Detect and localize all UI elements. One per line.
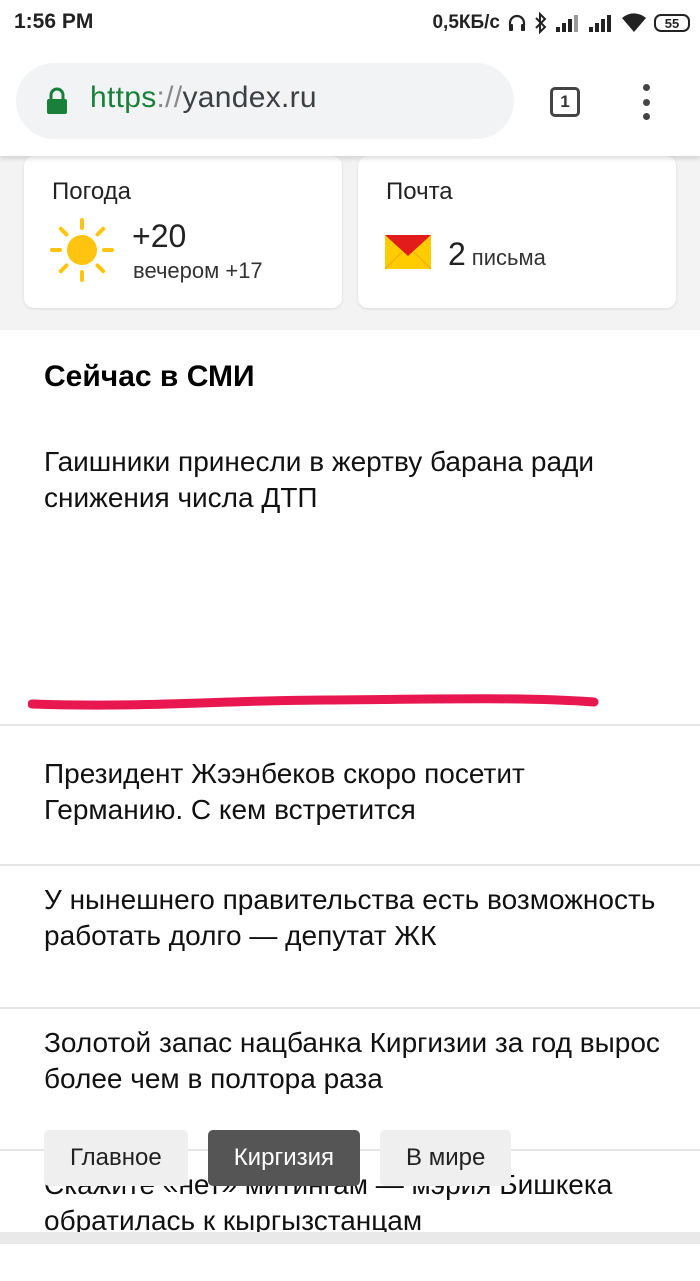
browser-toolbar: https://yandex.ru 1 <box>0 46 700 156</box>
mail-widget[interactable]: Почта 2 письма <box>358 156 676 308</box>
wifi-icon <box>621 13 647 33</box>
sun-icon <box>50 218 114 287</box>
weather-title: Погода <box>52 178 131 205</box>
news-category-chips: Главное Киргизия В мире <box>44 1130 512 1186</box>
status-bar: 1:56 PM 0,5КБ/с 55 <box>0 0 700 46</box>
url-separator: :// <box>156 81 183 114</box>
chip-main[interactable]: Главное <box>44 1130 188 1186</box>
status-icons: 0,5КБ/с 55 <box>432 9 690 37</box>
signal-icon <box>555 14 581 32</box>
weather-widget[interactable]: Погода +20 вечером +17 <box>24 156 342 308</box>
bluetooth-icon <box>534 12 548 34</box>
page-content: Погода +20 вечером +17 Почта 2письма Сей… <box>0 156 700 1244</box>
mail-count: 2 письма <box>448 236 546 273</box>
news-item-text: Гаишники принесли в жертву барана ради с… <box>44 446 595 513</box>
tab-count: 1 <box>560 92 570 111</box>
mail-count-number: 2 <box>448 236 466 272</box>
lock-icon <box>46 87 68 120</box>
mail-title: Почта <box>386 178 453 205</box>
tab-switcher-button[interactable]: 1 <box>550 87 580 117</box>
network-speed: 0,5КБ/с <box>432 12 500 33</box>
address-bar[interactable]: https://yandex.ru <box>16 63 514 139</box>
headphones-icon <box>507 13 527 33</box>
envelope-icon <box>384 234 432 275</box>
overflow-menu-icon[interactable] <box>636 84 656 120</box>
chip-world[interactable]: В мире <box>380 1130 512 1186</box>
news-section: Сейчас в СМИ Гаишники принесли в жертву … <box>0 330 700 1244</box>
weather-temperature: +20 <box>132 218 187 254</box>
url-host: yandex.ru <box>182 81 317 114</box>
news-heading[interactable]: Сейчас в СМИ <box>44 360 255 394</box>
battery-icon: 55 <box>654 14 690 32</box>
weather-evening: вечером +17 <box>133 258 263 283</box>
url-text: https://yandex.ru <box>90 81 317 115</box>
news-item[interactable]: Гаишники принесли в жертву барана ради с… <box>0 430 700 550</box>
news-item-text: Золотой запас нацбанка Киргизии за год в… <box>44 1027 660 1094</box>
hand-drawn-underline <box>28 694 599 710</box>
news-item-text: Президент Жээнбеков скоро посетит Герман… <box>44 758 525 825</box>
status-time: 1:56 PM <box>14 10 94 33</box>
battery-level: 55 <box>664 15 680 31</box>
news-item[interactable]: Президент Жээнбеков скоро посетит Герман… <box>0 726 700 866</box>
page-bottom-edge <box>0 1232 700 1244</box>
mail-count-unit: письма <box>471 245 546 270</box>
chip-kyrgyzstan[interactable]: Киргизия <box>207 1130 361 1186</box>
signal-icon <box>588 14 614 32</box>
news-item-text: У нынешнего правительства есть возможнос… <box>44 884 656 951</box>
news-item[interactable]: У нынешнего правительства есть возможнос… <box>0 866 700 1009</box>
url-scheme: https <box>90 81 157 114</box>
